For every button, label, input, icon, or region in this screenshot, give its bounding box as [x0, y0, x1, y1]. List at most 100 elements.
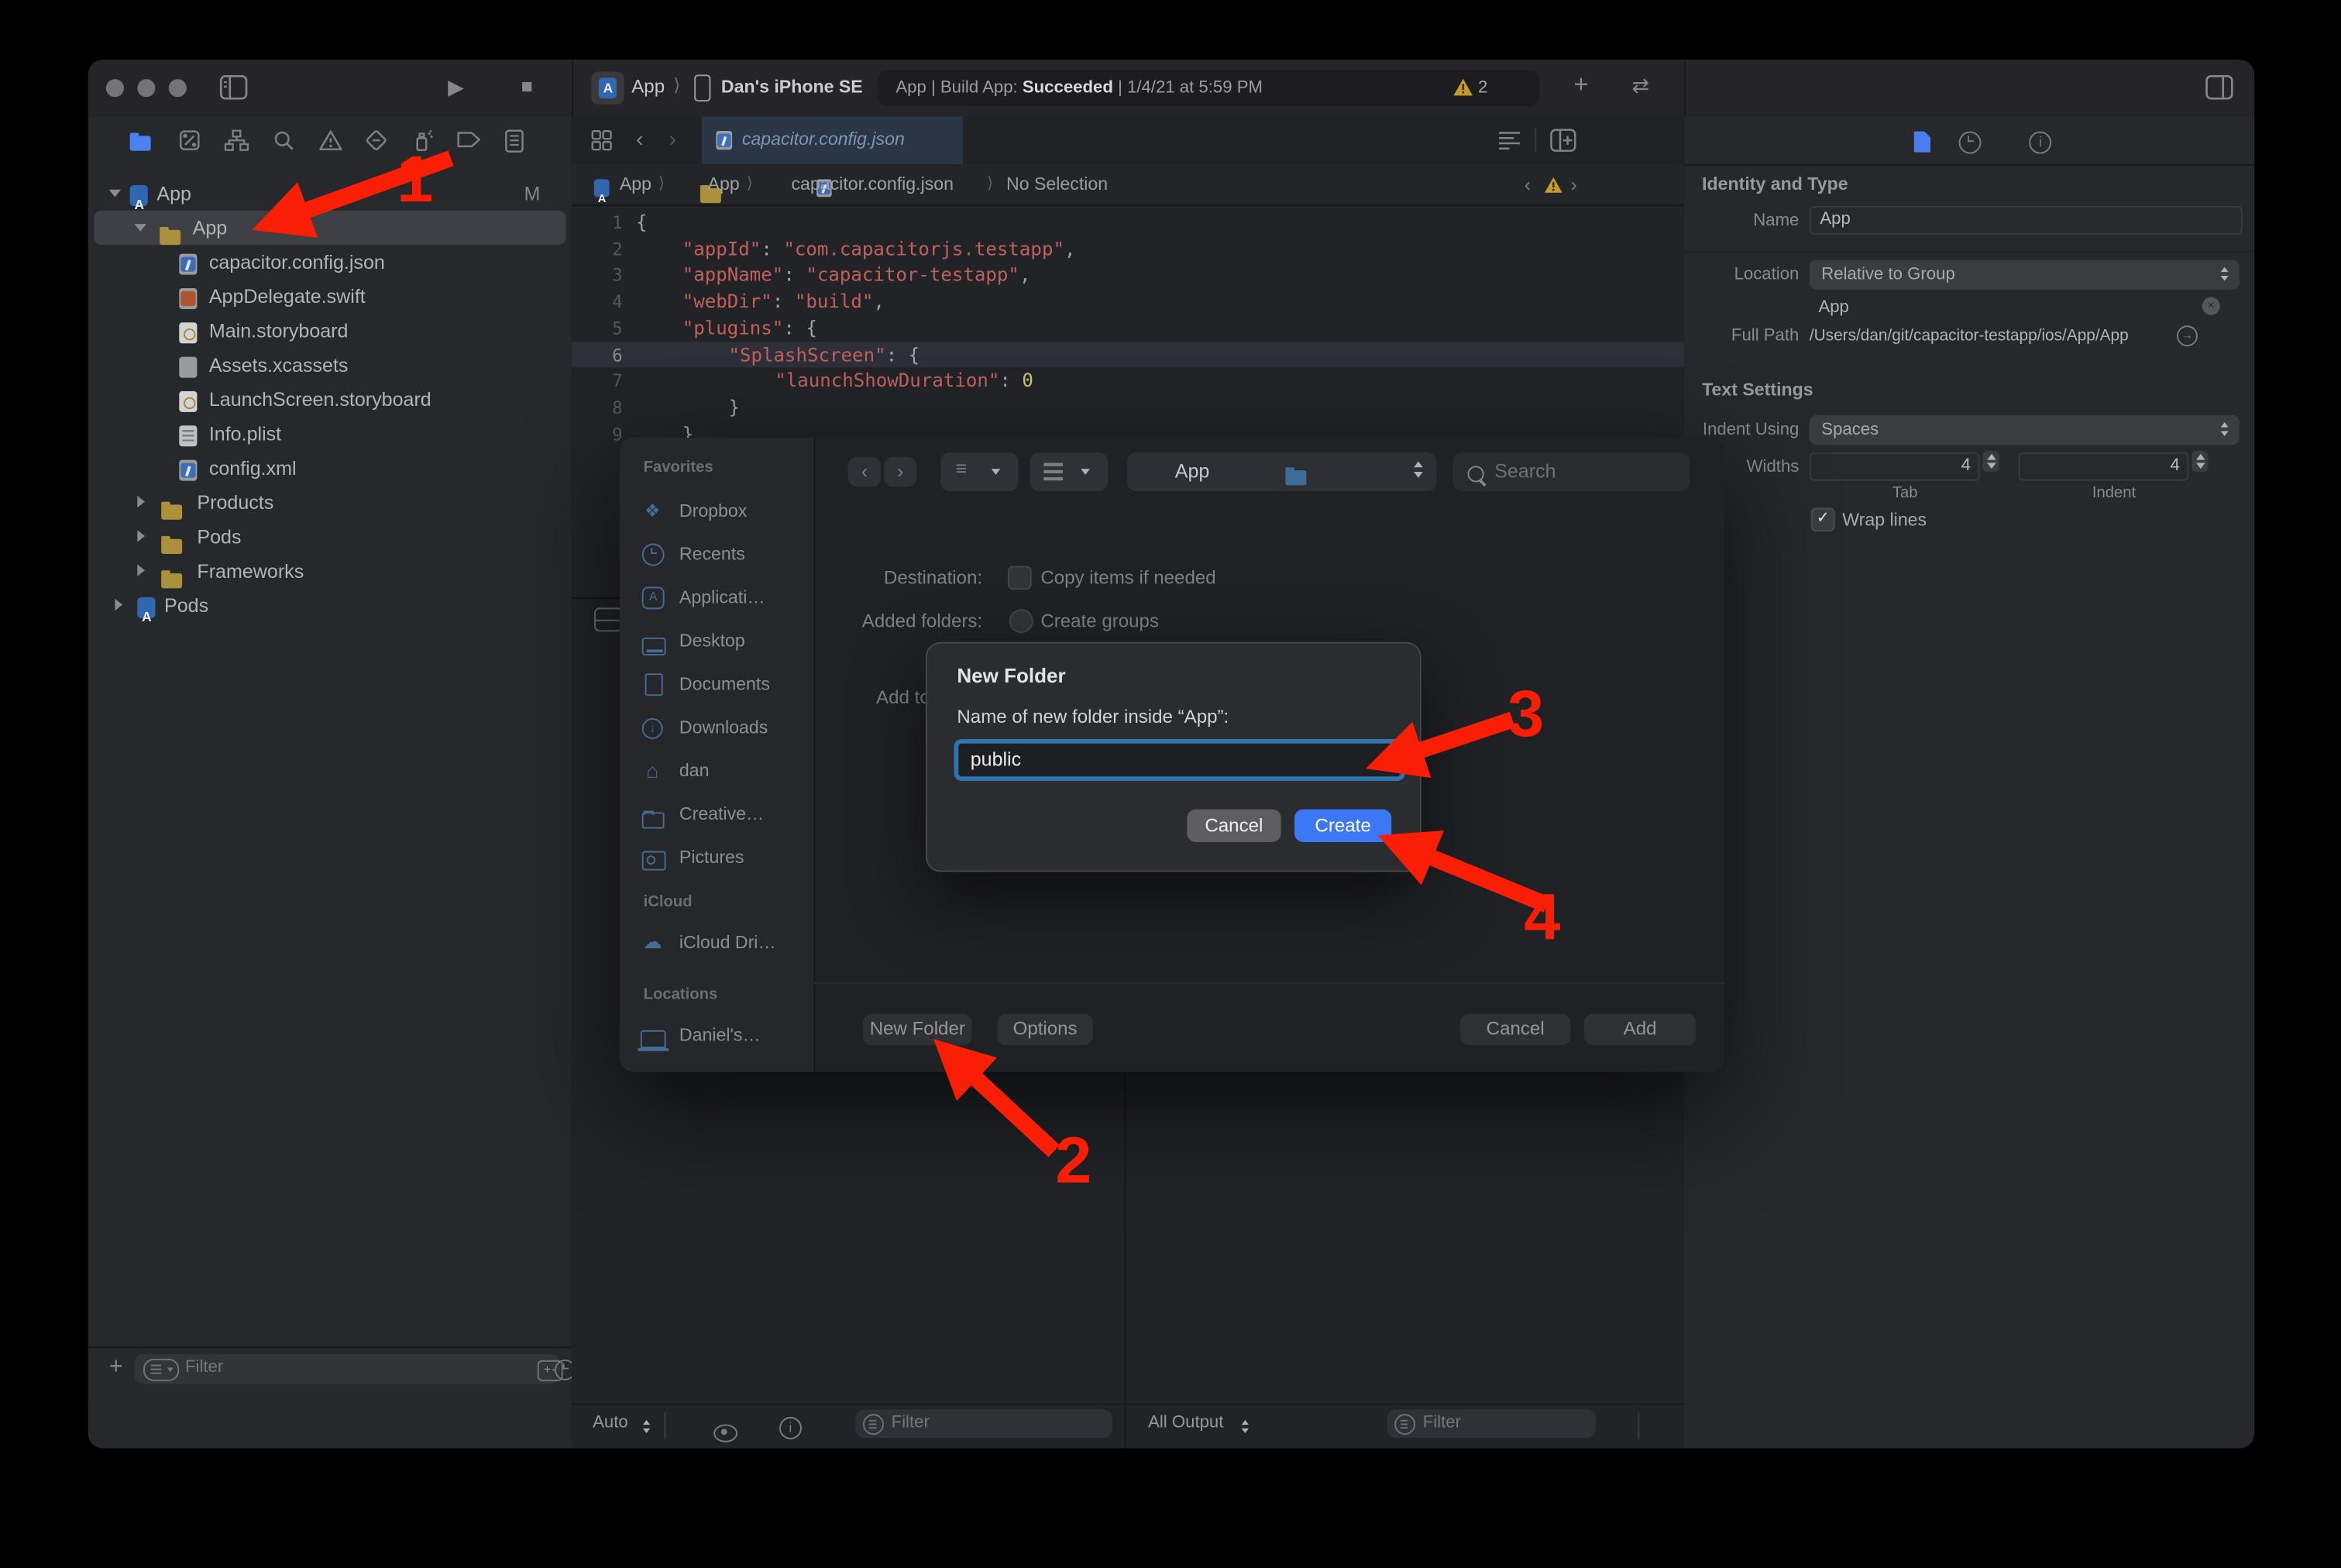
device-name[interactable]: Dan's iPhone SE	[721, 76, 863, 97]
sidebar-item-icloud-drive[interactable]: ☁iCloud Dri…	[620, 926, 814, 958]
list-view-dropdown[interactable]: ≡	[940, 452, 1018, 491]
run-button[interactable]: ▶	[448, 74, 464, 100]
tab-overview-icon[interactable]	[591, 130, 612, 151]
help-inspector-tab[interactable]	[2030, 132, 2052, 154]
tree-row-project-app[interactable]: App M	[88, 176, 572, 210]
adjust-editor-icon[interactable]	[1497, 130, 1521, 151]
grid-view-dropdown[interactable]	[1030, 452, 1108, 491]
wrap-lines-checkbox[interactable]: ✓	[1811, 507, 1835, 531]
symbol-navigator-icon[interactable]	[224, 129, 249, 153]
tab-width-field[interactable]: 4	[1810, 452, 1980, 481]
sidebar-item-desktop[interactable]: Desktop	[620, 624, 814, 657]
project-navigator-icon[interactable]	[130, 132, 151, 159]
tree-row-group[interactable]: Pods	[88, 520, 572, 554]
search-field[interactable]: Search	[1452, 452, 1690, 491]
console-scope[interactable]: All Output	[1148, 1414, 1223, 1432]
stop-button[interactable]: ■	[521, 74, 533, 97]
sidebar-item-documents[interactable]: Documents	[620, 667, 814, 700]
toggle-inspector-icon[interactable]	[2205, 74, 2234, 100]
dialog-new-folder-button[interactable]: New Folder	[863, 1014, 972, 1045]
breadcrumb-selection[interactable]: No Selection	[1006, 164, 1108, 205]
add-file-button[interactable]: +	[109, 1354, 123, 1381]
scheme-app-chip[interactable]	[591, 72, 624, 105]
tree-row-file[interactable]: capacitor.config.json	[88, 245, 572, 279]
create-groups-radio[interactable]	[1009, 609, 1033, 633]
swap-editor-button[interactable]: ⇄	[1632, 73, 1650, 98]
dialog-options-button[interactable]: Options	[997, 1014, 1092, 1045]
add-button[interactable]: +	[1573, 70, 1588, 101]
indent-using-dropdown[interactable]: Spaces	[1810, 415, 2240, 445]
reveal-path-arrow-icon[interactable]: →	[2177, 325, 2198, 346]
previous-issue-button[interactable]: ‹	[1525, 164, 1531, 205]
disclosure-icon[interactable]	[134, 224, 146, 232]
tree-row-file[interactable]: LaunchScreen.storyboard	[88, 382, 572, 416]
back-button[interactable]: ‹	[636, 127, 644, 153]
breadcrumb-group[interactable]: App	[708, 164, 740, 205]
name-field[interactable]: App	[1810, 206, 2243, 235]
variables-filter-field[interactable]: Filter	[855, 1409, 1112, 1438]
tree-row-file[interactable]: Info.plist	[88, 417, 572, 451]
add-editor-icon[interactable]	[1550, 129, 1577, 153]
window-close-button[interactable]	[106, 79, 124, 97]
window-minimize-button[interactable]	[137, 79, 155, 97]
source-control-navigator-icon[interactable]	[177, 129, 201, 153]
file-inspector-tab[interactable]	[1913, 130, 1932, 159]
toggle-navigator-icon[interactable]	[219, 74, 248, 100]
disclosure-icon[interactable]	[109, 190, 121, 198]
tree-row-pods-project[interactable]: Pods	[88, 588, 572, 622]
disclosure-icon[interactable]	[137, 530, 145, 542]
tree-row-app-folder[interactable]: App	[88, 211, 572, 245]
forward-button[interactable]: ›	[669, 127, 676, 153]
clear-location-icon[interactable]: ×	[2202, 297, 2220, 315]
sidebar-item-applications[interactable]: Applicati…	[620, 581, 814, 614]
location-dropdown[interactable]: Relative to Group	[1810, 260, 2240, 290]
scheme-name[interactable]: App	[631, 76, 665, 97]
tree-row-group[interactable]: Products	[88, 485, 572, 519]
sidebar-item-creative[interactable]: Creative…	[620, 797, 814, 830]
tree-row-file[interactable]: AppDelegate.swift	[88, 279, 572, 313]
find-navigator-icon[interactable]	[272, 129, 296, 153]
breakpoint-navigator-icon[interactable]	[455, 129, 483, 151]
navigator-filter-field[interactable]: Filter +-	[134, 1354, 559, 1384]
disclosure-icon[interactable]	[137, 496, 145, 507]
dialog-back-button[interactable]: ‹	[848, 457, 881, 487]
dialog-add-button[interactable]: Add	[1584, 1014, 1696, 1045]
console-filter-field[interactable]: Filter	[1387, 1409, 1596, 1438]
tab-width-stepper[interactable]	[1982, 451, 1999, 472]
indent-width-field[interactable]: 4	[2019, 452, 2189, 481]
tree-row-group[interactable]: Frameworks	[88, 554, 572, 588]
sidebar-item-recents[interactable]: Recents	[620, 538, 814, 570]
info-icon[interactable]	[779, 1417, 802, 1439]
window-zoom-button[interactable]	[169, 79, 187, 97]
sidebar-item-daniels-mac[interactable]: Daniel's…	[620, 1018, 814, 1050]
history-inspector-tab[interactable]	[1959, 132, 1982, 154]
copy-items-checkbox[interactable]	[1008, 566, 1032, 590]
issue-navigator-icon[interactable]	[318, 129, 344, 153]
quicklook-eye-icon[interactable]	[714, 1425, 738, 1442]
variables-view-scope[interactable]: Auto	[593, 1414, 628, 1432]
tree-row-file[interactable]: Main.storyboard	[88, 314, 572, 348]
sheet-cancel-button[interactable]: Cancel	[1187, 810, 1281, 842]
disclosure-icon[interactable]	[115, 599, 122, 610]
indent-width-stepper[interactable]	[2191, 451, 2208, 472]
breadcrumb-project[interactable]: App	[620, 164, 651, 205]
dialog-forward-button[interactable]: ›	[884, 457, 916, 487]
sheet-create-button[interactable]: Create	[1294, 810, 1391, 842]
warning-icon[interactable]	[1544, 176, 1563, 194]
tree-row-file[interactable]: Assets.xcassets	[88, 348, 572, 382]
flags-filter-icon[interactable]: +-	[538, 1360, 563, 1381]
sidebar-item-dropbox[interactable]: ❖Dropbox	[620, 494, 814, 527]
folder-select-dropdown[interactable]: App	[1127, 452, 1436, 491]
report-navigator-icon[interactable]	[503, 129, 525, 154]
disclosure-icon[interactable]	[137, 565, 145, 576]
breadcrumb-file[interactable]: capacitor.config.json	[791, 164, 954, 205]
activity-status[interactable]: App | Build App: Succeeded | 1/4/21 at 5…	[878, 70, 1539, 106]
toggle-debug-area-icon[interactable]	[594, 607, 623, 631]
folder-name-field[interactable]: public	[954, 739, 1405, 781]
sidebar-item-pictures[interactable]: Pictures	[620, 841, 814, 873]
editor-tab[interactable]: capacitor.config.json	[702, 116, 963, 164]
sidebar-item-downloads[interactable]: Downloads	[620, 710, 814, 743]
dialog-cancel-button[interactable]: Cancel	[1460, 1014, 1571, 1045]
sidebar-item-home[interactable]: ⌂dan	[620, 754, 814, 786]
test-navigator-icon[interactable]	[364, 129, 388, 153]
